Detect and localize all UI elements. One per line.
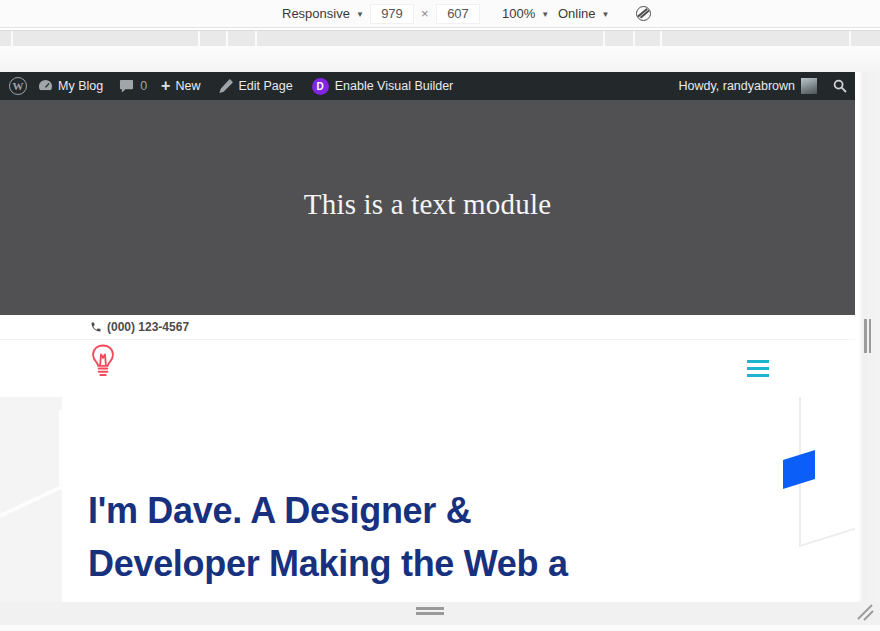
resize-handle-horizontal[interactable] xyxy=(416,607,444,610)
phone-number[interactable]: (000) 123-4567 xyxy=(107,320,189,334)
enable-visual-builder-link[interactable]: Enable Visual Builder xyxy=(335,79,454,93)
resize-handle-vertical[interactable] xyxy=(864,319,867,353)
plus-icon[interactable]: + xyxy=(161,77,170,95)
spacer-band xyxy=(0,46,880,72)
chevron-down-icon: ▼ xyxy=(356,10,364,19)
pencil-icon[interactable] xyxy=(218,79,233,94)
tab-strip xyxy=(0,30,880,46)
hamburger-menu-icon[interactable] xyxy=(747,360,769,381)
site-name-link[interactable]: My Blog xyxy=(58,79,103,93)
resize-handle-vertical[interactable] xyxy=(869,319,872,353)
viewport-width-input[interactable]: 979 xyxy=(370,4,414,24)
zoom-dropdown[interactable]: 100%▼ xyxy=(502,0,549,27)
chevron-down-icon: ▼ xyxy=(602,10,610,19)
new-menu[interactable]: New xyxy=(175,79,200,93)
comments-count: 0 xyxy=(140,79,147,93)
device-toolbar: Responsive▼ 979 × 607 100%▼ Online▼ xyxy=(0,0,880,28)
hero-section: This is a text module xyxy=(0,100,855,315)
dimension-separator: × xyxy=(421,0,429,27)
dashboard-gauge-icon[interactable] xyxy=(38,79,53,94)
wp-admin-bar: W My Blog 0 + New Edit Page D Enable Vis… xyxy=(0,72,855,100)
viewport-height-input[interactable]: 607 xyxy=(436,4,480,24)
site-header xyxy=(0,340,855,397)
network-throttling-dropdown[interactable]: Online▼ xyxy=(558,0,610,27)
chevron-down-icon: ▼ xyxy=(541,10,549,19)
page-content: I'm Dave. A Designer & Developer Making … xyxy=(0,397,855,602)
bottom-margin xyxy=(0,625,880,631)
search-icon[interactable] xyxy=(833,79,847,93)
page-viewport: W My Blog 0 + New Edit Page D Enable Vis… xyxy=(0,72,855,602)
rotate-disabled-icon[interactable] xyxy=(636,6,651,21)
wordpress-logo-icon[interactable]: W xyxy=(9,77,27,95)
lightbulb-logo-icon[interactable] xyxy=(90,344,116,383)
edit-page-link[interactable]: Edit Page xyxy=(238,79,292,93)
phone-icon xyxy=(90,321,102,333)
right-gutter xyxy=(855,72,880,602)
device-type-dropdown[interactable]: Responsive▼ xyxy=(282,0,364,27)
divi-logo-icon[interactable]: D xyxy=(312,78,329,95)
comments-bubble-icon[interactable] xyxy=(119,79,134,93)
bottom-gutter xyxy=(0,602,880,625)
browser-responsive-view: Responsive▼ 979 × 607 100%▼ Online▼ W My… xyxy=(0,0,880,631)
blue-parallelogram xyxy=(783,450,815,489)
header-top-bar: (000) 123-4567 xyxy=(0,315,855,340)
resize-corner-grip[interactable] xyxy=(855,601,880,626)
avatar[interactable] xyxy=(801,78,817,94)
page-heading: I'm Dave. A Designer & Developer Making … xyxy=(88,484,568,590)
howdy-account-link[interactable]: Howdy, randyabrown xyxy=(679,79,796,93)
hero-text: This is a text module xyxy=(304,188,551,221)
resize-handle-horizontal[interactable] xyxy=(416,612,444,615)
